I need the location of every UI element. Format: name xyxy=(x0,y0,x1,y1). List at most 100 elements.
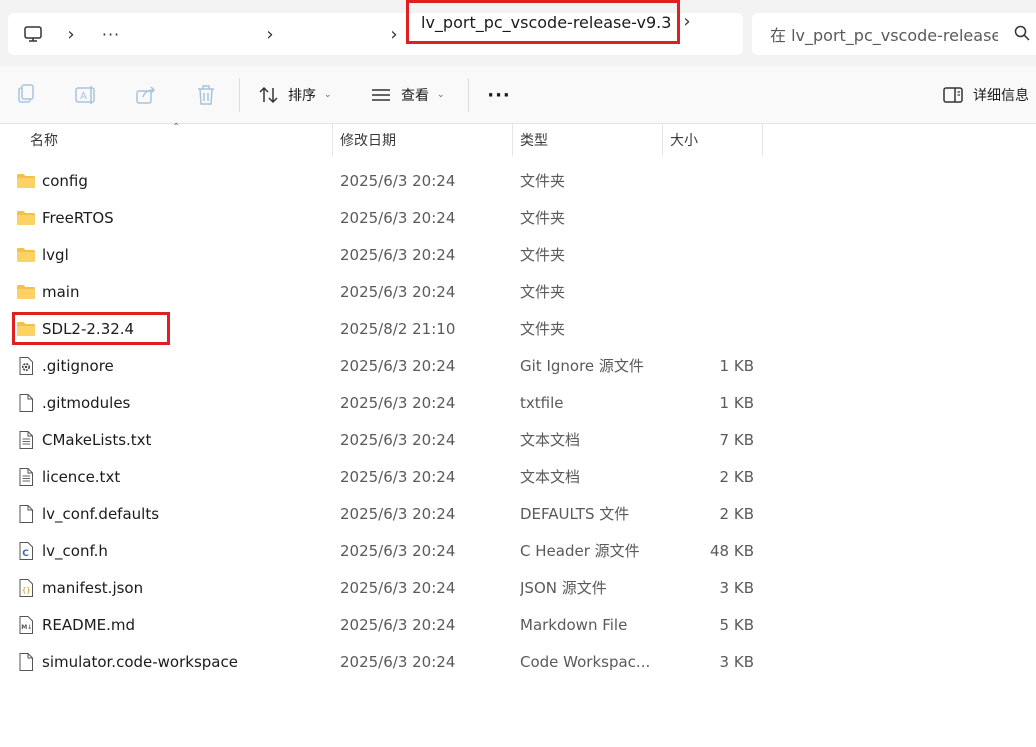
file-modified: 2025/6/3 20:24 xyxy=(340,504,456,523)
file-name-cell[interactable]: CMakeLists.txt xyxy=(16,421,316,458)
file-size: 3 KB xyxy=(719,578,754,597)
folder-icon xyxy=(16,208,36,228)
this-pc-icon[interactable] xyxy=(20,13,46,55)
file-list: config 2025/6/3 20:24 文件夹 FreeRTOS 2025/6/3 … xyxy=(0,162,1036,680)
file-modified: 2025/6/3 20:24 xyxy=(340,282,456,301)
file-name-cell[interactable]: main xyxy=(16,273,316,310)
file-modified: 2025/6/3 20:24 xyxy=(340,356,456,375)
file-modified: 2025/6/3 20:24 xyxy=(340,652,456,671)
breadcrumb-chevron-icon[interactable]: › xyxy=(63,13,79,55)
file-name-cell[interactable]: {} manifest.json xyxy=(16,569,316,606)
file-type: 文本文档 xyxy=(520,431,581,449)
file-row[interactable]: simulator.code-workspace 2025/6/3 20:24 Co… xyxy=(0,643,1036,680)
breadcrumb-item-hidden[interactable] xyxy=(288,23,378,45)
file-type: txtfile xyxy=(520,393,564,412)
file-size: 2 KB xyxy=(719,467,754,486)
file-name-cell[interactable]: licence.txt xyxy=(16,458,316,495)
file-modified: 2025/6/3 20:24 xyxy=(340,208,456,227)
file-name-cell[interactable]: simulator.code-workspace xyxy=(16,643,316,680)
view-button[interactable]: 查看 ⌄ xyxy=(370,78,445,112)
file-name-cell[interactable]: .gitignore xyxy=(16,347,316,384)
text-file-icon xyxy=(16,467,36,487)
file-row[interactable]: {} manifest.json 2025/6/3 20:24 JSON 源文件 3 K… xyxy=(0,569,1036,606)
breadcrumb-chevron-icon[interactable]: › xyxy=(680,0,694,42)
toolbar-divider xyxy=(468,78,469,112)
file-modified: 2025/6/3 20:24 xyxy=(340,393,456,412)
file-row[interactable]: .gitignore 2025/6/3 20:24 Git Ignore 源文件 1 … xyxy=(0,347,1036,384)
column-header-size[interactable]: 大小 xyxy=(662,124,762,156)
column-divider[interactable] xyxy=(762,124,763,156)
column-header-modified[interactable]: 修改日期 xyxy=(332,124,512,156)
c-file-icon: C xyxy=(16,541,36,561)
breadcrumb-chevron-icon[interactable]: › xyxy=(386,13,402,55)
file-name: .gitmodules xyxy=(42,393,131,412)
file-modified: 2025/6/3 20:24 xyxy=(340,578,456,597)
file-type: Code Workspac... xyxy=(520,652,651,671)
file-name: SDL2-2.32.4 xyxy=(42,319,135,338)
file-row[interactable]: lv_conf.defaults 2025/6/3 20:24 DEFAULTS 文… xyxy=(0,495,1036,532)
file-row[interactable]: main 2025/6/3 20:24 文件夹 xyxy=(0,273,1036,310)
search-input[interactable]: 在 lv_port_pc_vscode-release xyxy=(752,13,1036,55)
file-name: lvgl xyxy=(42,245,69,264)
toolbar-divider xyxy=(239,78,240,112)
breadcrumb-item-hidden[interactable] xyxy=(136,23,256,45)
file-type: JSON 源文件 xyxy=(520,579,607,597)
file-name-cell[interactable]: M↓ README.md xyxy=(16,606,316,643)
svg-text:A: A xyxy=(80,91,87,102)
file-size: 7 KB xyxy=(719,430,754,449)
column-header-row: ⌃ 名称 修改日期 类型 大小 xyxy=(0,122,1036,156)
svg-text:{}: {} xyxy=(22,586,30,594)
file-name-cell[interactable]: SDL2-2.32.4 xyxy=(16,310,316,347)
rename-icon[interactable]: A xyxy=(74,83,98,107)
file-name: lv_conf.h xyxy=(42,541,108,560)
file-name-cell[interactable]: config xyxy=(16,162,316,199)
file-name-cell[interactable]: lv_conf.defaults xyxy=(16,495,316,532)
file-name-cell[interactable]: lvgl xyxy=(16,236,316,273)
file-type: 文本文档 xyxy=(520,468,581,486)
file-type: 文件夹 xyxy=(520,320,566,338)
file-modified: 2025/8/2 21:10 xyxy=(340,319,456,338)
share-icon[interactable] xyxy=(134,83,158,107)
file-row[interactable]: M↓ README.md 2025/6/3 20:24 Markdown File 5 … xyxy=(0,606,1036,643)
file-type: Git Ignore 源文件 xyxy=(520,357,644,375)
file-name: CMakeLists.txt xyxy=(42,430,152,449)
breadcrumb-current-folder[interactable]: lv_port_pc_vscode-release-v9.3 xyxy=(406,0,680,44)
file-type: 文件夹 xyxy=(520,172,566,190)
more-options-button[interactable]: ··· xyxy=(484,78,514,112)
file-name-cell[interactable]: Clv_conf.h xyxy=(16,532,316,569)
file-size: 1 KB xyxy=(719,356,754,375)
file-name: .gitignore xyxy=(42,356,114,375)
file-row[interactable]: config 2025/6/3 20:24 文件夹 xyxy=(0,162,1036,199)
file-modified: 2025/6/3 20:24 xyxy=(340,430,456,449)
delete-icon[interactable] xyxy=(194,83,218,107)
details-pane-button[interactable]: 详细信息 xyxy=(942,78,1029,112)
file-row[interactable]: CMakeLists.txt 2025/6/3 20:24 文本文档 7 KB xyxy=(0,421,1036,458)
file-type: C Header 源文件 xyxy=(520,542,640,560)
column-header-name[interactable]: 名称 xyxy=(22,124,332,156)
file-name: licence.txt xyxy=(42,467,121,486)
breadcrumb-overflow-button[interactable]: ··· xyxy=(96,13,126,55)
file-size xyxy=(662,310,754,347)
file-type: 文件夹 xyxy=(520,209,566,227)
file-modified: 2025/6/3 20:24 xyxy=(340,245,456,264)
file-type: 文件夹 xyxy=(520,283,566,301)
file-row[interactable]: Clv_conf.h 2025/6/3 20:24 C Header 源文件 48 K… xyxy=(0,532,1036,569)
file-row[interactable]: SDL2-2.32.4 2025/8/2 21:10 文件夹 xyxy=(0,310,1036,347)
file-row[interactable]: licence.txt 2025/6/3 20:24 文本文档 2 KB xyxy=(0,458,1036,495)
json-file-icon: {} xyxy=(16,578,36,598)
file-modified: 2025/6/3 20:24 xyxy=(340,541,456,560)
file-name: lv_conf.defaults xyxy=(42,504,160,523)
search-icon[interactable] xyxy=(1014,25,1030,43)
file-size: 2 KB xyxy=(719,504,754,523)
file-modified: 2025/6/3 20:24 xyxy=(340,615,456,634)
file-row[interactable]: .gitmodules 2025/6/3 20:24 txtfile 1 KB xyxy=(0,384,1036,421)
copy-icon[interactable] xyxy=(14,83,38,107)
file-modified: 2025/6/3 20:24 xyxy=(340,467,456,486)
breadcrumb-chevron-icon[interactable]: › xyxy=(262,13,278,55)
file-name-cell[interactable]: .gitmodules xyxy=(16,384,316,421)
file-name-cell[interactable]: FreeRTOS xyxy=(16,199,316,236)
sort-button[interactable]: 排序 ⌄ xyxy=(258,78,332,112)
file-row[interactable]: FreeRTOS 2025/6/3 20:24 文件夹 xyxy=(0,199,1036,236)
column-header-type[interactable]: 类型 xyxy=(512,124,662,156)
file-row[interactable]: lvgl 2025/6/3 20:24 文件夹 xyxy=(0,236,1036,273)
